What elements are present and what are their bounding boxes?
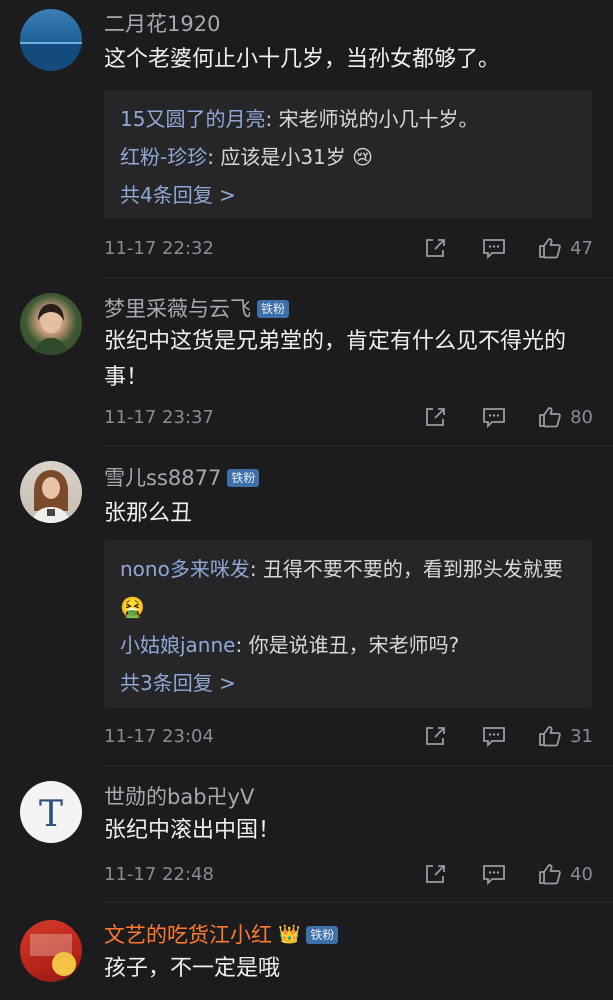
like-button[interactable]: 80	[538, 406, 593, 428]
username-text[interactable]: 梦里采薇与云飞	[104, 295, 251, 323]
avatar[interactable]	[20, 9, 82, 71]
like-count: 31	[570, 725, 593, 747]
more-replies-link[interactable]: 共4条回复 >	[120, 176, 576, 214]
reply-text: 应该是小31岁 😢	[220, 145, 373, 169]
more-replies-link[interactable]: 共3条回复 >	[120, 664, 576, 702]
reply-username[interactable]: 15又圆了的月亮	[120, 107, 265, 131]
share-icon[interactable]	[424, 725, 448, 747]
like-count: 80	[570, 406, 593, 428]
like-button[interactable]: 47	[538, 237, 593, 259]
comment-icon[interactable]	[482, 725, 506, 747]
fan-badge: 铁粉	[306, 926, 339, 944]
divider	[104, 445, 613, 446]
share-icon[interactable]	[424, 863, 448, 885]
divider	[104, 902, 613, 903]
comment-meta: 11-17 22:32 47	[104, 233, 593, 263]
username[interactable]: 雪儿ss8877 铁粉	[104, 464, 260, 492]
reply-username[interactable]: nono多来咪发	[120, 557, 250, 581]
reply-username[interactable]: 红粉-珍珍	[120, 145, 207, 169]
username-text[interactable]: 文艺的吃货江小红	[104, 921, 272, 949]
timestamp: 11-17 23:37	[104, 406, 214, 428]
username[interactable]: 二月花1920	[104, 10, 220, 38]
comment-meta: 11-17 23:04 31	[104, 721, 593, 751]
username-text[interactable]: 雪儿ss8877	[104, 464, 221, 492]
like-button[interactable]: 40	[538, 863, 593, 885]
like-count: 47	[570, 237, 593, 259]
username[interactable]: 文艺的吃货江小红 👑 铁粉	[104, 921, 339, 949]
like-button[interactable]: 31	[538, 725, 593, 747]
timestamp: 11-17 22:48	[104, 863, 214, 885]
username-text[interactable]: 二月花1920	[104, 10, 220, 38]
like-icon[interactable]	[538, 863, 562, 885]
reply-item[interactable]: 15又圆了的月亮: 宋老师说的小几十岁。	[120, 100, 576, 138]
reply-item[interactable]: nono多来咪发: 丑得不要不要的，看到那头发就要 🤮	[120, 550, 576, 626]
comment-text: 这个老婆何止小十几岁，当孙女都够了。	[104, 47, 501, 72]
person-avatar-image	[32, 470, 70, 523]
reply-text: 你是说谁丑，宋老师吗?	[248, 633, 460, 657]
comment-icon[interactable]	[482, 237, 506, 259]
person-avatar-image	[34, 304, 68, 355]
comment-meta: 11-17 22:48 40	[104, 859, 593, 889]
comment-text: 张纪中滚出中国！	[104, 818, 281, 843]
svg-text:T: T	[39, 794, 63, 835]
reply-username[interactable]: 小姑娘janne	[120, 633, 235, 657]
ocean-avatar-image	[20, 42, 82, 71]
username[interactable]: 世勋的bab卍yV	[104, 783, 254, 811]
fan-badge: 铁粉	[257, 300, 290, 318]
comment-meta: 11-17 23:37 80	[104, 402, 593, 432]
reply-item[interactable]: 红粉-珍珍: 应该是小31岁 😢	[120, 138, 576, 176]
reply-item[interactable]: 小姑娘janne: 你是说谁丑，宋老师吗?	[120, 626, 576, 664]
like-count: 40	[570, 863, 593, 885]
timestamp: 11-17 23:04	[104, 725, 214, 747]
reply-text: 宋老师说的小几十岁。	[278, 107, 479, 131]
share-icon[interactable]	[424, 406, 448, 428]
username[interactable]: 梦里采薇与云飞 铁粉	[104, 295, 290, 323]
like-icon[interactable]	[538, 237, 562, 259]
avatar[interactable]	[20, 461, 82, 523]
reply-box[interactable]: nono多来咪发: 丑得不要不要的，看到那头发就要 🤮 小姑娘janne: 你是…	[104, 540, 592, 708]
avatar[interactable]	[20, 293, 82, 355]
comment-icon[interactable]	[482, 406, 506, 428]
avatar[interactable]	[20, 920, 82, 982]
divider	[104, 765, 613, 766]
crown-icon: 👑	[278, 924, 301, 945]
like-icon[interactable]	[538, 406, 562, 428]
reply-box[interactable]: 15又圆了的月亮: 宋老师说的小几十岁。 红粉-珍珍: 应该是小31岁 😢 共4…	[104, 90, 592, 218]
share-icon[interactable]	[424, 237, 448, 259]
letter-t-avatar-image: T	[39, 794, 63, 835]
timestamp: 11-17 22:32	[104, 237, 214, 259]
comment-text: 张那么丑	[104, 501, 193, 526]
red-avatar-image	[30, 934, 76, 976]
comment-text: 孩子，不一定是哦	[104, 956, 281, 981]
divider	[104, 277, 613, 278]
comment-text: 张纪中这货是兄弟堂的，肯定有什么见不得光的事！	[104, 329, 567, 390]
comment-icon[interactable]	[482, 863, 506, 885]
fan-badge: 铁粉	[227, 469, 260, 487]
like-icon[interactable]	[538, 725, 562, 747]
avatar[interactable]: T	[20, 781, 82, 843]
username-text[interactable]: 世勋的bab卍yV	[104, 783, 254, 811]
